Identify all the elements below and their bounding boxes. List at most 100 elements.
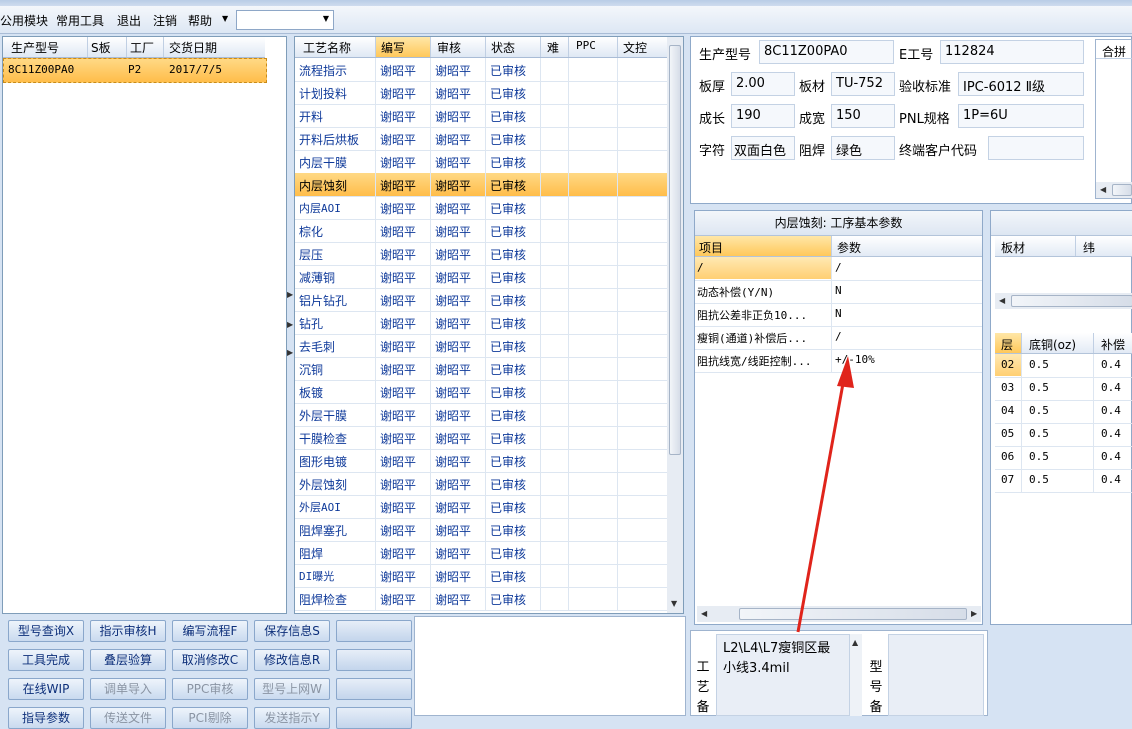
layer-row[interactable]: 05 0.5 0.4 [995, 423, 1132, 447]
scroll-left-icon[interactable]: ◀ [701, 609, 707, 618]
table-row[interactable]: 去毛刺 谢昭平 谢昭平 已审核 [295, 334, 667, 358]
menu-logout[interactable]: 注销 [153, 12, 177, 29]
param-row[interactable]: 动态补偿(Y/N) N [695, 280, 982, 304]
col-item[interactable]: 项目 [699, 239, 723, 256]
menu-exit[interactable]: 退出 [117, 12, 141, 29]
merge-hscroll[interactable]: ◀ [1096, 182, 1132, 198]
param-row[interactable]: 瘦铜(通道)补偿后... / [695, 326, 982, 350]
action-button-row1-0[interactable]: 型号查询X [8, 620, 84, 642]
action-button-row4-1[interactable]: 传送文件 [90, 707, 166, 729]
action-button-row4-4[interactable] [336, 707, 412, 729]
table-row[interactable]: 内层AOI 谢昭平 谢昭平 已审核 [295, 196, 667, 220]
action-button-row4-0[interactable]: 指导参数 [8, 707, 84, 729]
table-row[interactable]: 内层蚀刻 谢昭平 谢昭平 已审核 [295, 173, 667, 197]
table-row[interactable]: 干膜检查 谢昭平 谢昭平 已审核 [295, 426, 667, 450]
action-button-row2-2[interactable]: 取消修改C [172, 649, 248, 671]
layer-row[interactable]: 07 0.5 0.4 [995, 469, 1132, 493]
table-row[interactable]: 图形电镀 谢昭平 谢昭平 已审核 [295, 449, 667, 473]
col-base-copper[interactable]: 底铜(oz) [1029, 336, 1076, 353]
table-row[interactable]: 开料 谢昭平 谢昭平 已审核 [295, 104, 667, 128]
table-row[interactable]: 开料后烘板 谢昭平 谢昭平 已审核 [295, 127, 667, 151]
scroll-left-icon[interactable]: ◀ [999, 296, 1005, 305]
process-vscroll[interactable]: ▼ [667, 37, 683, 613]
help-dropdown-icon[interactable]: ▼ [222, 14, 228, 23]
merge-list[interactable]: 合拼 ◀ [1095, 39, 1132, 199]
scroll-thumb[interactable] [1112, 184, 1132, 196]
table-row[interactable]: 棕化 谢昭平 谢昭平 已审核 [295, 219, 667, 243]
standard-field[interactable]: IPC-6012 Ⅱ级 [958, 72, 1084, 96]
legend-field[interactable]: 双面白色 [731, 136, 795, 160]
action-button-row3-2[interactable]: PPC审核 [172, 678, 248, 700]
action-button-row4-2[interactable]: PCI剔除 [172, 707, 248, 729]
action-button-row2-4[interactable] [336, 649, 412, 671]
action-button-row2-3[interactable]: 修改信息R [254, 649, 330, 671]
layer-row[interactable]: 02 0.5 0.4 [995, 354, 1132, 378]
table-row[interactable]: DI曝光 谢昭平 谢昭平 已审核 [295, 564, 667, 588]
scroll-left-icon[interactable]: ◀ [1100, 185, 1106, 194]
material-field[interactable]: TU-752 [831, 72, 895, 96]
action-button-row4-3[interactable]: 发送指示Y [254, 707, 330, 729]
table-row[interactable]: 计划投料 谢昭平 谢昭平 已审核 [295, 81, 667, 105]
col-weft[interactable]: 纬 [1083, 239, 1095, 256]
table-row[interactable]: 阻焊检查 谢昭平 谢昭平 已审核 [295, 587, 667, 611]
menu-combo-box[interactable]: ▼ [236, 10, 334, 30]
param-row[interactable]: 阻抗公差非正负10... N [695, 303, 982, 327]
action-button-row3-0[interactable]: 在线WIP [8, 678, 84, 700]
menu-common-module[interactable]: 公用模块 [0, 12, 48, 29]
table-row[interactable]: 钻孔 谢昭平 谢昭平 已审核 [295, 311, 667, 335]
table-row[interactable]: 铝片钻孔 谢昭平 谢昭平 已审核 [295, 288, 667, 312]
col-model[interactable]: 生产型号 [11, 39, 59, 56]
col-factory[interactable]: 工厂 [130, 39, 154, 56]
action-button-row1-3[interactable]: 保存信息S [254, 620, 330, 642]
col-ppc[interactable]: PPC [576, 39, 596, 52]
model-field[interactable]: 8C11Z00PA0 [759, 40, 894, 64]
scroll-thumb[interactable] [1011, 295, 1132, 307]
col-difficult[interactable]: 难 [547, 39, 559, 56]
customer-field[interactable] [988, 136, 1084, 160]
col-author[interactable]: 编写 [381, 39, 405, 56]
table-row[interactable]: 减薄铜 谢昭平 谢昭平 已审核 [295, 265, 667, 289]
action-button-row1-1[interactable]: 指示审核H [90, 620, 166, 642]
action-button-row2-1[interactable]: 叠层验算 [90, 649, 166, 671]
thickness-field[interactable]: 2.00 [731, 72, 795, 96]
model-note-field[interactable] [888, 634, 984, 716]
action-button-row3-3[interactable]: 型号上网W [254, 678, 330, 700]
table-row[interactable]: 阻焊 谢昭平 谢昭平 已审核 [295, 541, 667, 565]
col-process-name[interactable]: 工艺名称 [303, 39, 351, 56]
eno-field[interactable]: 112824 [940, 40, 1084, 64]
table-row[interactable]: 内层干膜 谢昭平 谢昭平 已审核 [295, 150, 667, 174]
splitter-handle[interactable]: ▶ ▶ ▶ [287, 290, 293, 360]
note-vscroll[interactable]: ▲ [850, 634, 862, 716]
col-s-board[interactable]: S板 [91, 39, 111, 56]
table-row[interactable]: 外层蚀刻 谢昭平 谢昭平 已审核 [295, 472, 667, 496]
action-button-row3-4[interactable] [336, 678, 412, 700]
col-param[interactable]: 参数 [837, 239, 861, 256]
menu-help[interactable]: 帮助 [188, 12, 212, 29]
action-button-row1-4[interactable] [336, 620, 412, 642]
table-row[interactable]: 层压 谢昭平 谢昭平 已审核 [295, 242, 667, 266]
col-doc-control[interactable]: 文控 [623, 39, 647, 56]
mask-field[interactable]: 绿色 [831, 136, 895, 160]
scroll-thumb[interactable] [669, 45, 681, 455]
layer-row[interactable]: 04 0.5 0.4 [995, 400, 1132, 424]
table-row[interactable]: 沉铜 谢昭平 谢昭平 已审核 [295, 357, 667, 381]
scroll-down-icon[interactable]: ▼ [671, 599, 677, 608]
action-button-row1-2[interactable]: 编写流程F [172, 620, 248, 642]
col-status[interactable]: 状态 [491, 39, 515, 56]
table-row[interactable]: 流程指示 谢昭平 谢昭平 已审核 [295, 58, 667, 82]
col-layer[interactable]: 层 [1001, 336, 1013, 353]
param-row[interactable]: / / [695, 257, 982, 281]
action-button-row2-0[interactable]: 工具完成 [8, 649, 84, 671]
table-row[interactable]: 板镀 谢昭平 谢昭平 已审核 [295, 380, 667, 404]
table-row[interactable]: 外层AOI 谢昭平 谢昭平 已审核 [295, 495, 667, 519]
layer-row[interactable]: 03 0.5 0.4 [995, 377, 1132, 401]
board-hscroll[interactable]: ◀ [995, 293, 1132, 309]
table-row[interactable]: 阻焊塞孔 谢昭平 谢昭平 已审核 [295, 518, 667, 542]
table-row[interactable]: 8C11Z00PA0 P2 2017/7/5 [3, 58, 267, 83]
col-compensation[interactable]: 补偿 [1101, 336, 1125, 353]
length-field[interactable]: 190 [731, 104, 795, 128]
action-button-row3-1[interactable]: 调单导入 [90, 678, 166, 700]
process-note-field[interactable]: L2\L4\L7瘦铜区最小线3.4mil [716, 634, 850, 716]
col-reviewer[interactable]: 审核 [437, 39, 461, 56]
scroll-right-icon[interactable]: ▶ [971, 609, 977, 618]
